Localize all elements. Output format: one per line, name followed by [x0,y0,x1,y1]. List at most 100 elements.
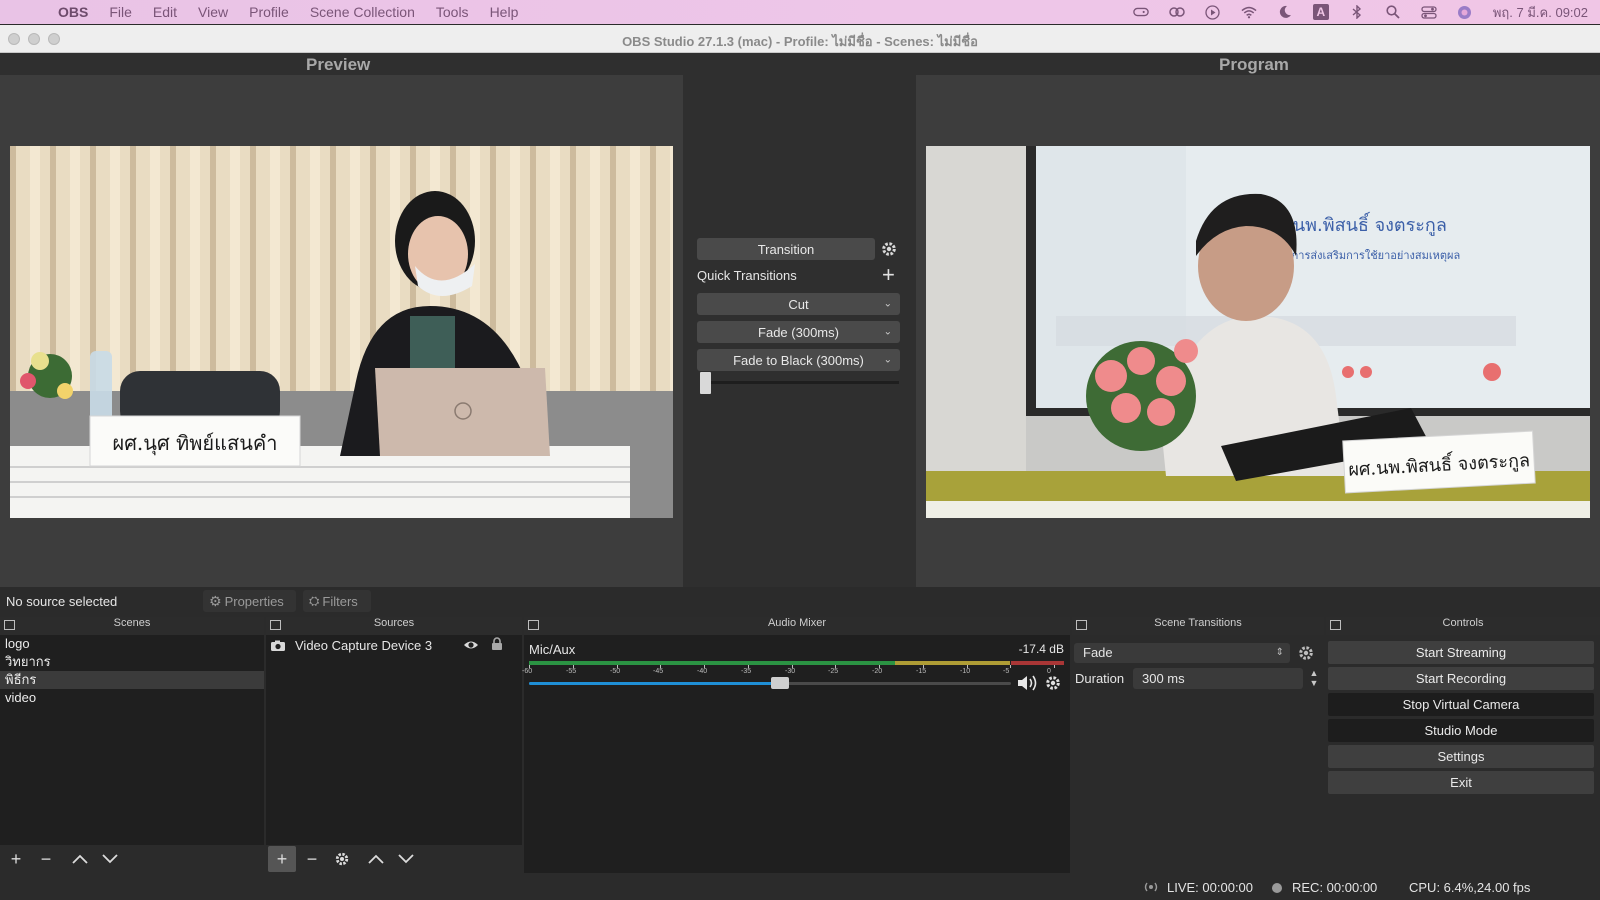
start-streaming-button[interactable]: Start Streaming [1328,641,1594,664]
gamepad-icon[interactable] [1133,5,1149,19]
channel-name: Mic/Aux [529,642,576,657]
move-down-icon[interactable] [96,846,124,872]
window-titlebar: OBS Studio 27.1.3 (mac) - Profile: ไม่มี… [0,25,1600,53]
studio-stage: Preview Program ผศ.นุศ ทิพย์แสนคำ ผศ.นพ.… [0,53,1600,587]
transition-properties-icon[interactable] [1297,644,1315,662]
meter-tick-label: -55 [566,668,577,675]
menu-help[interactable]: Help [490,4,519,20]
camera-icon [270,639,286,651]
chevron-down-icon: ⌄ [883,298,892,310]
preview-label: Preview [306,55,371,74]
chevron-down-icon: ⌄ [883,326,892,338]
add-quick-transition-icon[interactable]: + [882,264,898,286]
input-source-icon[interactable]: A [1312,4,1329,20]
meter-scale: -60 -55 -50 -45 -40 -35 -30 -25 -20 -15 -10 -5 0 [522,665,1064,679]
add-source-icon[interactable]: + [268,846,296,872]
menu-file[interactable]: File [109,4,132,20]
duration-input[interactable]: 300 ms [1133,668,1303,689]
menu-edit[interactable]: Edit [153,4,177,20]
transition-slider-track[interactable] [703,381,899,384]
filters-button[interactable]: ⛭ Filters [303,590,371,612]
scene-item[interactable]: วิทยากร [0,653,264,671]
search-icon[interactable] [1385,5,1401,19]
menu-view[interactable]: View [198,4,228,20]
source-item[interactable]: Video Capture Device 3 [266,635,522,655]
properties-button[interactable]: ⚙ Properties [203,590,296,612]
record-dot-icon [1272,883,1282,893]
moon-icon[interactable] [1277,5,1293,19]
meter-tick [1010,665,1011,668]
quick-transitions-label: Quick Transitions [697,268,797,283]
no-source-label: No source selected [6,594,118,609]
volume-slider-fill [529,682,780,685]
move-up-icon[interactable] [66,846,94,872]
play-icon[interactable] [1205,4,1221,20]
source-name: Video Capture Device 3 [295,637,433,653]
updown-chevron-icon: ⇕ [1275,647,1284,658]
transition-gear-icon[interactable] [880,240,898,258]
chevron-down-icon: ⌄ [883,354,892,366]
status-bar: LIVE: 00:00:00 REC: 00:00:00 CPU: 6.4%,2… [0,873,1600,900]
menu-obs[interactable]: OBS [58,4,88,20]
lock-icon[interactable] [491,637,503,651]
volume-slider-handle[interactable] [771,677,789,689]
channel-level: -17.4 dB [1018,642,1064,656]
wifi-icon[interactable] [1241,5,1257,19]
add-scene-icon[interactable]: + [2,846,30,872]
speaker-icon[interactable] [1017,674,1039,692]
live-timer: LIVE: 00:00:00 [1167,880,1254,895]
program-label: Program [1219,55,1289,74]
transition-button[interactable]: Transition [697,238,875,260]
window-title: OBS Studio 27.1.3 (mac) - Profile: ไม่มี… [622,34,978,49]
scene-transitions-header: Scene Transitions [1072,617,1324,635]
scene-item-selected[interactable]: พิธีกร [0,671,264,689]
scenes-dock-header: Scenes [0,617,264,635]
quick-transition-cut[interactable]: Cut ⌄ [697,293,900,315]
volume-slider-track[interactable] [529,677,1011,689]
source-settings-icon[interactable] [328,846,356,872]
meter-tick-label: -25 [828,668,839,675]
bluetooth-icon[interactable] [1349,5,1365,19]
scene-item[interactable]: video [0,689,264,707]
move-up-icon[interactable] [362,846,390,872]
start-recording-button[interactable]: Start Recording [1328,667,1594,690]
meter-tick-label: -15 [916,668,927,675]
audio-settings-icon[interactable] [1044,674,1062,692]
duration-label: Duration [1075,671,1125,686]
menu-tools[interactable]: Tools [436,4,469,20]
undock-icon[interactable] [1330,620,1341,630]
studio-mode-button[interactable]: Studio Mode [1328,719,1594,742]
program-video[interactable]: ผศ.นพ.พิสนธิ์ จงตระกูล อนุกรรมการส่งเสริ… [926,146,1590,518]
quick-transition-fade[interactable]: Fade (300ms) ⌄ [697,321,900,343]
menu-profile[interactable]: Profile [249,4,289,20]
undock-icon[interactable] [4,620,15,630]
undock-icon[interactable] [1076,620,1087,630]
transition-slider-handle[interactable] [700,372,711,394]
duration-stepper[interactable]: ▲ ▼ [1306,668,1322,689]
meter-tick-label: -5 [1003,668,1010,675]
control-center-icon[interactable] [1421,5,1437,19]
transition-select[interactable]: Fade ⇕ [1074,643,1290,663]
preview-nameplate: ผศ.นุศ ทิพย์แสนคำ [113,431,278,456]
preview-video[interactable]: ผศ.นุศ ทิพย์แสนคำ [10,146,673,518]
undock-icon[interactable] [528,620,539,630]
remove-source-icon[interactable]: − [298,846,326,872]
menubar-clock[interactable]: พฤ. 7 มี.ค. 09:02 [1493,2,1588,23]
quick-transition-fade-black[interactable]: Fade to Black (300ms) ⌄ [697,349,900,371]
menu-bar: OBS File Edit View Profile Scene Collect… [0,0,1600,24]
remove-scene-icon[interactable]: − [32,846,60,872]
meter-tick [1054,665,1055,668]
settings-button[interactable]: Settings [1328,745,1594,768]
menu-scene-collection[interactable]: Scene Collection [310,4,415,20]
filter-icon: ⛭ [309,593,320,608]
creative-cloud-icon[interactable] [1169,5,1185,19]
meter-tick-label: -10 [960,668,971,675]
exit-button[interactable]: Exit [1328,771,1594,794]
scene-item[interactable]: logo [0,635,264,653]
stop-virtual-camera-button[interactable]: Stop Virtual Camera [1328,693,1594,716]
undock-icon[interactable] [270,620,281,630]
move-down-icon[interactable] [392,846,420,872]
meter-tick-label: -35 [741,668,752,675]
eye-icon[interactable] [463,638,479,652]
siri-icon[interactable] [1457,5,1473,19]
